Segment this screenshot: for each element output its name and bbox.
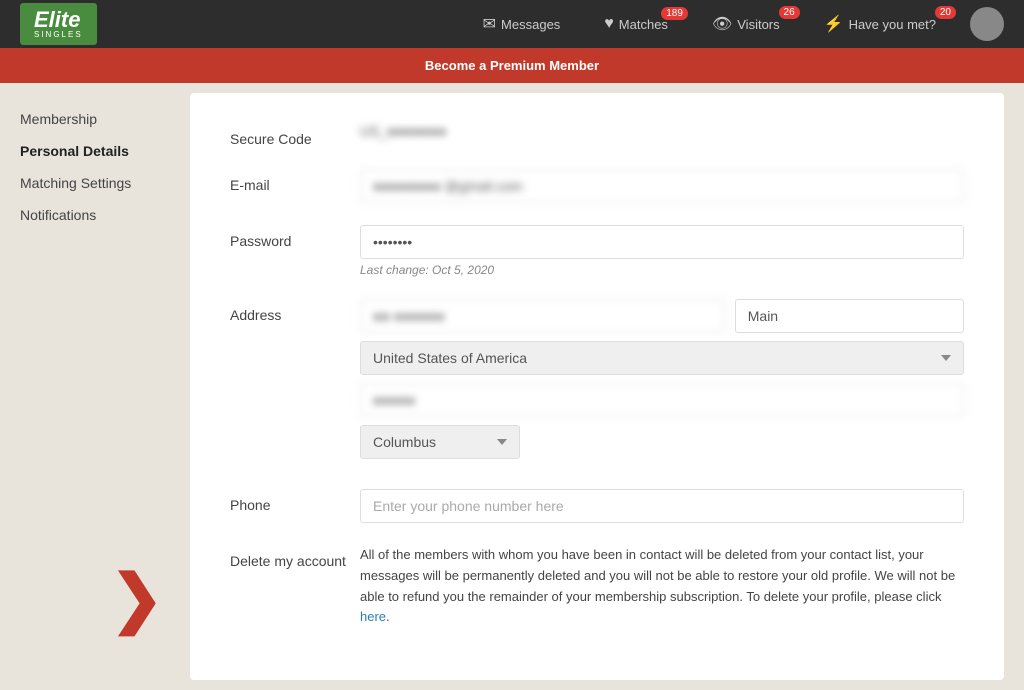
logo[interactable]: Elite SINGLES <box>20 3 97 45</box>
delete-account-label: Delete my account <box>230 545 360 569</box>
password-label: Password <box>230 225 360 249</box>
street-input[interactable] <box>360 299 725 333</box>
delete-account-text: All of the members with whom you have be… <box>360 545 964 628</box>
matches-icon: ♥ <box>604 15 614 33</box>
email-field <box>360 169 964 203</box>
premium-cta: Premium Member <box>490 58 599 73</box>
nav-matches[interactable]: 189 ♥ Matches <box>594 15 678 33</box>
phone-field <box>360 489 964 523</box>
sidebar-item-personal-details[interactable]: Personal Details <box>20 135 160 167</box>
phone-label: Phone <box>230 489 360 513</box>
premium-prefix: Become a <box>425 58 490 73</box>
nav-visitors[interactable]: 26 👁 Visitors <box>702 14 790 34</box>
avatar[interactable] <box>970 7 1004 41</box>
matches-badge: 189 <box>661 7 688 20</box>
nav-have-you-met[interactable]: 20 ⚡ Have you met? <box>814 14 946 34</box>
zip-input[interactable] <box>360 383 964 417</box>
delete-account-row: Delete my account All of the members wit… <box>230 545 964 628</box>
header: Elite SINGLES ✉ Messages 189 ♥ Matches 2… <box>0 0 1024 48</box>
page-layout: Membership Personal Details Matching Set… <box>0 83 1024 690</box>
delete-account-link[interactable]: here <box>360 609 386 624</box>
country-select[interactable]: United States of America <box>360 341 964 375</box>
city-select-wrap: Columbus <box>360 425 520 459</box>
email-row: E-mail <box>230 169 964 203</box>
country-select-wrap: United States of America <box>360 341 964 375</box>
visitors-badge: 26 <box>779 6 800 19</box>
nav-have-you-met-label: Have you met? <box>849 17 936 32</box>
phone-row: Phone <box>230 489 964 523</box>
logo-sub: SINGLES <box>34 31 83 39</box>
nav-messages[interactable]: ✉ Messages <box>473 14 571 34</box>
address-row: Address United States of America <box>230 299 964 467</box>
city-select[interactable]: Columbus <box>360 425 520 459</box>
secure-code-label: Secure Code <box>230 123 360 147</box>
sidebar-item-matching-settings[interactable]: Matching Settings <box>20 167 160 199</box>
nav-visitors-label: Visitors <box>737 17 779 32</box>
phone-input[interactable] <box>360 489 964 523</box>
password-hint: Last change: Oct 5, 2020 <box>360 263 964 277</box>
have-you-met-icon: ⚡ <box>824 14 844 34</box>
password-input[interactable] <box>360 225 964 259</box>
address-label: Address <box>230 299 360 323</box>
secure-code-row: Secure Code US_●●●●●●● <box>230 123 964 147</box>
sidebar: Membership Personal Details Matching Set… <box>0 83 160 690</box>
street-apt-row <box>360 299 964 333</box>
premium-banner[interactable]: Become a Premium Member <box>0 48 1024 83</box>
delete-account-field: All of the members with whom you have be… <box>360 545 964 628</box>
nav-messages-label: Messages <box>501 17 560 32</box>
address-fields: United States of America Columbus <box>360 299 964 467</box>
zip-row <box>360 383 964 417</box>
visitors-icon: 👁 <box>712 14 732 34</box>
have-you-met-badge: 20 <box>935 6 956 19</box>
messages-icon: ✉ <box>483 14 496 34</box>
sidebar-item-notifications[interactable]: Notifications <box>20 199 160 231</box>
email-label: E-mail <box>230 169 360 193</box>
secure-code-value: US_●●●●●●● <box>360 115 446 139</box>
email-input[interactable] <box>360 169 964 203</box>
secure-code-field: US_●●●●●●● <box>360 123 964 139</box>
main-nav: ✉ Messages 189 ♥ Matches 26 👁 Visitors 2… <box>473 7 1004 41</box>
main-content: Secure Code US_●●●●●●● E-mail Password L… <box>190 93 1004 680</box>
sidebar-item-membership[interactable]: Membership <box>20 103 160 135</box>
arrow-decoration: ❯ <box>110 566 164 630</box>
password-field: Last change: Oct 5, 2020 <box>360 225 964 277</box>
password-row: Password Last change: Oct 5, 2020 <box>230 225 964 277</box>
nav-matches-label: Matches <box>619 17 668 32</box>
apt-input[interactable] <box>735 299 964 333</box>
logo-text: Elite <box>34 7 80 32</box>
